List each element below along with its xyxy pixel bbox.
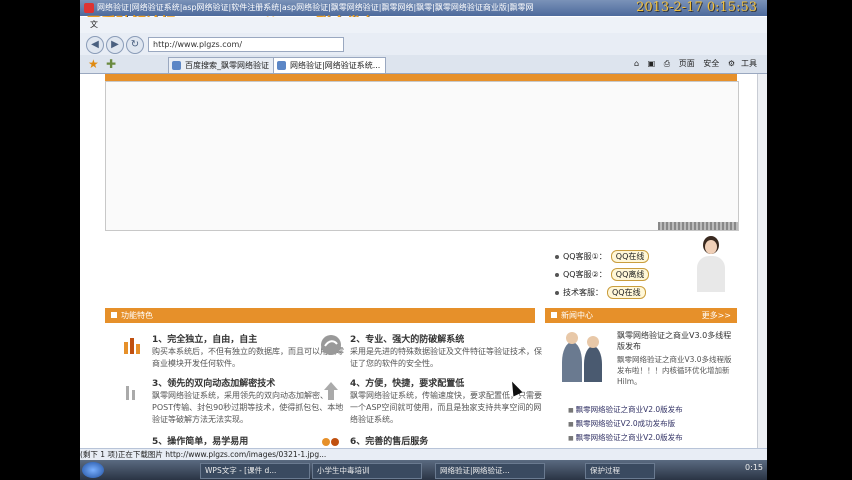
clock-overlay: 2013-2-17 0:15:53 [636, 0, 757, 15]
bar-chart-icon [122, 334, 144, 356]
tab-label: 网络验证|网络验证系统... [290, 61, 381, 70]
news-summary: 飘零网络验证之商业V3.0多线程版发布啦！！！内核循环优化增加新Hilm。 [617, 355, 732, 386]
start-button[interactable] [82, 462, 104, 478]
feature-title: 3、领先的双向动态加解密技术 [152, 379, 276, 389]
page-icon [277, 61, 286, 70]
browser-window: 网络验证|网络验证系统|asp网络验证|软件注册系统|asp网络验证|飘零网络验… [80, 0, 767, 480]
refresh-icon: ↻ [130, 39, 140, 50]
support-avatar [693, 234, 729, 292]
tab-row: ★ ✚ 百度搜索_飘零网络验证 网络验证|网络验证系统... ⌂ ▣ ⎙ 页面 … [80, 55, 767, 74]
tab-baidu[interactable]: 百度搜索_飘零网络验证 [168, 57, 281, 73]
feature-title: 1、完全独立，自由，自主 [152, 335, 258, 345]
tray-clock: 0:15 [745, 463, 763, 472]
news-link[interactable]: 飘零网络验证V2.0成功发布版 [568, 418, 676, 429]
section-icon [551, 312, 557, 318]
feature-item: 3、领先的双向动态加解密技术 飘零网络验证系统，采用领先的双向动态加解密、POS… [152, 378, 347, 426]
features-header: 功能特色 [105, 308, 535, 323]
status-text: (剩下 1 项)正在下载图片 http://www.plgzs.com/imag… [80, 450, 327, 459]
upload-arrow-icon [320, 380, 342, 402]
lock-icon [122, 380, 144, 402]
tab-plgzs[interactable]: 网络验证|网络验证系统... [273, 57, 386, 73]
favorites-star-icon[interactable]: ★ [88, 57, 99, 71]
url-input[interactable]: http://www.plgzs.com/ [148, 37, 344, 52]
feature-title: 2、专业、强大的防破解系统 [350, 335, 465, 345]
feature-title: 5、操作简单，易学易用 [152, 437, 249, 447]
command-bar: ⌂ ▣ ⎙ 页面 安全 ⚙ 工具 [628, 58, 757, 69]
features-title: 功能特色 [121, 311, 153, 320]
taskbar-item[interactable]: 保护过程 [585, 463, 655, 479]
taskbar: WPS文字 - [课件 d... 小学生中毒培训 网络验证|网络验证... 保护… [80, 460, 767, 480]
contact-label: QQ客服①： [563, 252, 607, 261]
header-strip [105, 74, 737, 81]
back-arrow-icon: ◀ [91, 39, 99, 50]
banner-area [105, 81, 739, 231]
contact-panel: QQ客服①： QQ在线 QQ客服②： QQ离线 技术客服： QQ在线 [545, 234, 737, 302]
vertical-scrollbar[interactable] [757, 74, 767, 448]
contact-row: QQ客服①： QQ在线 [555, 250, 650, 263]
tab-label: 百度搜索_飘零网络验证 [185, 61, 269, 70]
news-headline[interactable]: 飘零网络验证之商业V3.0多线程版发布 [617, 330, 737, 352]
tools-menu[interactable]: 工具 [741, 59, 757, 68]
news-link[interactable]: 飘零网络验证之商业V2.0版发布 [568, 404, 683, 415]
gear-icon[interactable]: ⚙ [728, 59, 735, 68]
qq-online-button[interactable]: QQ在线 [607, 286, 646, 299]
menu-bar: 文 [80, 17, 767, 33]
contact-row: 技术客服： QQ在线 [555, 286, 646, 299]
qq-offline-button[interactable]: QQ离线 [610, 268, 650, 281]
news-photo [558, 332, 613, 382]
back-button[interactable]: ◀ [86, 36, 104, 54]
feature-body: 飘零网络验证系统，采用领先的双向动态加解密、POST传输、封包90秒过期等技术，… [152, 391, 344, 424]
news-header: 新闻中心 更多>> [545, 308, 737, 323]
qq-online-button[interactable]: QQ在线 [610, 250, 650, 263]
banner-stripe [658, 222, 738, 230]
feature-item: 1、完全独立，自由，自主 购买本系统后，不但有独立的数据库，而且可以用飘零商业模… [152, 334, 347, 370]
contact-label: 技术客服： [563, 288, 603, 297]
print-icon[interactable]: ⎙ [664, 59, 670, 68]
taskbar-item[interactable]: 小学生中毒培训 [312, 463, 422, 479]
news-title: 新闻中心 [561, 311, 593, 320]
safety-menu[interactable]: 安全 [703, 59, 719, 68]
forward-arrow-icon: ▶ [111, 39, 119, 50]
window-title: 网络验证|网络验证系统|asp网络验证|软件注册系统|asp网络验证|飘零网络验… [97, 3, 534, 12]
feature-item: 5、操作简单，易学易用 [152, 436, 347, 448]
shield-icon [320, 334, 342, 356]
news-more-link[interactable]: 更多>> [702, 308, 731, 323]
address-bar: ◀ ▶ ↻ http://www.plgzs.com/ [80, 33, 767, 56]
contact-row: QQ客服②： QQ离线 [555, 268, 650, 281]
feature-body: 采用是先进的特殊数据验证及文件特征等验证技术，保证了您的软件的安全性。 [350, 347, 542, 368]
news-link[interactable]: 飘零网络验证之商业V2.0版发布 [568, 432, 683, 443]
page-menu[interactable]: 页面 [679, 59, 695, 68]
menu-file[interactable]: 文 [90, 19, 98, 30]
page-icon [172, 61, 181, 70]
taskbar-item[interactable]: 网络验证|网络验证... [435, 463, 545, 479]
add-favorite-icon[interactable]: ✚ [106, 57, 116, 71]
forward-button[interactable]: ▶ [106, 36, 124, 54]
feature-item: 2、专业、强大的防破解系统 采用是先进的特殊数据验证及文件特征等验证技术，保证了… [350, 334, 545, 370]
refresh-button[interactable]: ↻ [126, 36, 144, 54]
feature-body: 购买本系统后，不但有独立的数据库，而且可以用飘零商业模块开发任何软件。 [152, 347, 344, 368]
feature-body: 飘零网络验证系统，传输速度快，要求配置低，只需要一个ASP空间就可使用，而且是独… [350, 391, 542, 424]
contact-label: QQ客服②： [563, 270, 607, 279]
feature-title: 6、完善的售后服务 [350, 437, 429, 447]
taskbar-item[interactable]: WPS文字 - [课件 d... [200, 463, 310, 479]
feeds-icon[interactable]: ▣ [648, 59, 656, 68]
section-icon [111, 312, 117, 318]
home-icon[interactable]: ⌂ [634, 59, 639, 68]
feature-item: 6、完善的售后服务 [350, 436, 545, 448]
page-content: QQ客服①： QQ在线 QQ客服②： QQ离线 技术客服： QQ在线 功能特色 新闻中… [80, 74, 767, 451]
